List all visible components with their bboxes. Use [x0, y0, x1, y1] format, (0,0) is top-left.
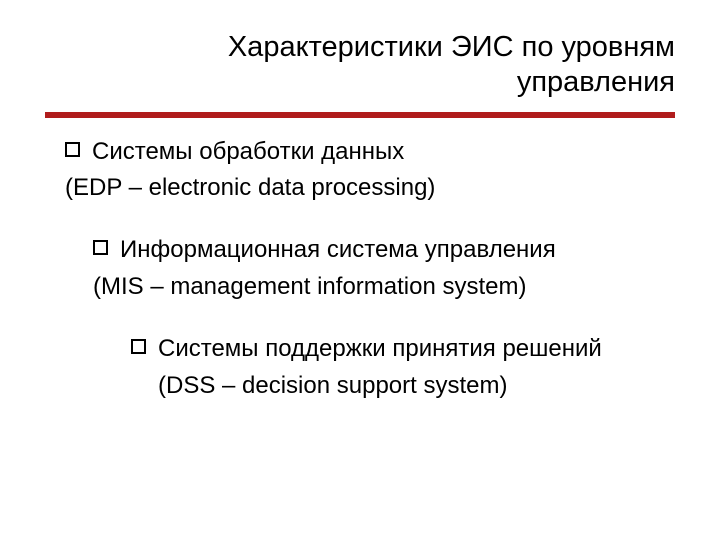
bullet-sub-text: (DSS – decision support system)	[158, 370, 675, 402]
square-bullet-icon	[93, 240, 108, 255]
square-bullet-icon	[131, 339, 146, 354]
list-item: Системы поддержки принятия решений	[131, 333, 675, 365]
slide-content: Характеристики ЭИС по уровням управления…	[0, 0, 720, 432]
bullet-sub-text: (MIS – management information system)	[93, 271, 675, 303]
bullet-block-2: Информационная система управления (MIS –…	[93, 234, 675, 303]
bullet-main-text: Системы поддержки принятия решений	[158, 333, 602, 365]
list-item: Информационная система управления	[93, 234, 675, 266]
list-item: Системы обработки данных	[65, 136, 675, 168]
title-underline	[45, 112, 675, 118]
bullet-block-1: Системы обработки данных (EDP – electron…	[65, 136, 675, 205]
bullet-sub-text: (EDP – electronic data processing)	[65, 172, 675, 204]
title-line-2: управления	[45, 65, 675, 100]
title-line-1: Характеристики ЭИС по уровням	[45, 30, 675, 65]
bullet-block-3: Системы поддержки принятия решений (DSS …	[131, 333, 675, 402]
bullet-main-text: Информационная система управления	[120, 234, 556, 266]
bullet-main-text: Системы обработки данных	[92, 136, 404, 168]
slide-title: Характеристики ЭИС по уровням управления	[45, 30, 675, 100]
square-bullet-icon	[65, 142, 80, 157]
